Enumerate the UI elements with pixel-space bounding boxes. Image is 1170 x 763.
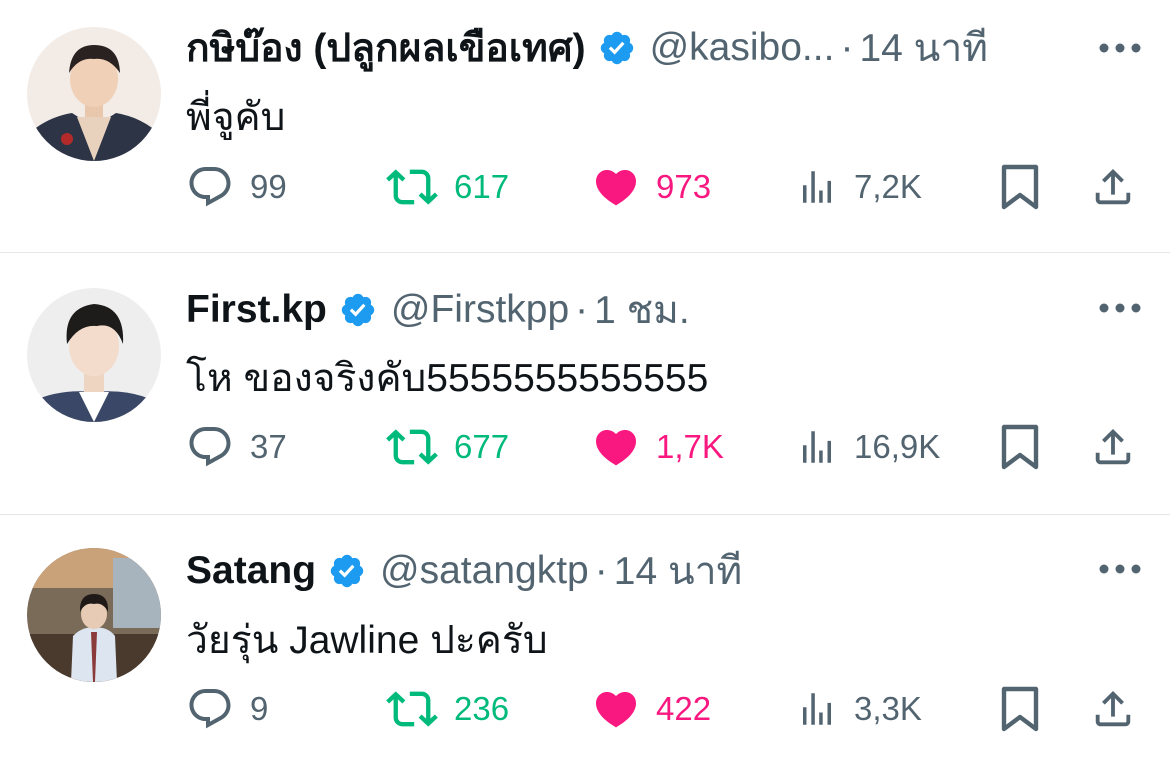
like-count: 973	[656, 168, 712, 205]
heart-icon	[595, 692, 637, 728]
share-icon	[1095, 168, 1131, 205]
verified-badge-icon	[600, 31, 633, 65]
reply-count: 9	[250, 690, 269, 727]
retweet-icon	[386, 169, 438, 205]
tweet[interactable]: Satang @satangktp · 14 นาที วัยรุ่น Jawl…	[0, 515, 1170, 763]
share-icon	[1095, 428, 1131, 465]
author-handle[interactable]: @kasibo...	[650, 26, 835, 70]
retweet-button[interactable]: 677	[386, 421, 509, 473]
tweet-text: โห ของจริงคับ5555555555555	[186, 357, 709, 400]
reply-button[interactable]: 37	[186, 421, 287, 473]
retweet-icon	[386, 691, 438, 727]
reply-button[interactable]: 99	[186, 161, 287, 213]
reply-button[interactable]: 9	[186, 683, 268, 735]
separator-dot: ·	[594, 549, 608, 592]
reply-icon	[189, 167, 231, 207]
like-button[interactable]: 1,7K	[592, 421, 724, 473]
retweet-count: 617	[454, 168, 510, 205]
bookmark-icon	[1001, 164, 1039, 210]
reply-icon	[189, 427, 231, 467]
bookmark-button[interactable]	[998, 683, 1042, 735]
verified-badge-icon	[341, 293, 375, 327]
separator-dot: ·	[840, 26, 854, 69]
author-name[interactable]: กษิบ๊อง (ปลูกผลเขือเทศ)	[186, 22, 586, 74]
share-button[interactable]	[1090, 421, 1136, 473]
tweet[interactable]: First.kp @Firstkpp · 1 ชม. โห ของจริงคับ…	[0, 253, 1170, 505]
retweet-count: 677	[454, 428, 510, 465]
author-handle[interactable]: @Firstkpp	[391, 288, 569, 332]
author-name[interactable]: First.kp	[186, 288, 327, 332]
author-handle[interactable]: @satangktp	[380, 549, 589, 593]
reply-count: 37	[250, 428, 287, 465]
like-button[interactable]: 422	[592, 683, 711, 735]
more-icon[interactable]	[1098, 563, 1142, 575]
bookmark-button[interactable]	[998, 161, 1042, 213]
views-icon	[803, 693, 831, 725]
retweet-count: 236	[454, 690, 510, 727]
tweet[interactable]: กษิบ๊อง (ปลูกผลเขือเทศ) @kasibo... · 14 …	[0, 0, 1170, 252]
share-button[interactable]	[1090, 161, 1136, 213]
view-count: 3,3K	[854, 690, 922, 727]
like-count: 422	[656, 690, 712, 727]
bookmark-icon	[1001, 686, 1039, 732]
timestamp[interactable]: 14 นาที	[614, 545, 742, 597]
reply-count: 99	[250, 168, 287, 205]
views-button[interactable]: 3,3K	[796, 683, 922, 735]
heart-icon	[595, 430, 637, 466]
tweet-text: พี่จูคับ	[186, 96, 286, 139]
share-icon	[1095, 690, 1131, 727]
tweet-text: วัยรุ่น Jawline ปะครับ	[186, 619, 548, 662]
retweet-icon	[386, 429, 438, 465]
avatar[interactable]	[27, 288, 161, 422]
timeline-feed: กษิบ๊อง (ปลูกผลเขือเทศ) @kasibo... · 14 …	[0, 0, 1170, 763]
author-name[interactable]: Satang	[186, 549, 316, 593]
more-icon[interactable]	[1098, 42, 1142, 54]
verified-badge-icon	[330, 554, 364, 588]
share-button[interactable]	[1090, 683, 1136, 735]
timestamp[interactable]: 14 นาที	[859, 22, 987, 74]
like-button[interactable]: 973	[592, 161, 711, 213]
bookmark-button[interactable]	[998, 421, 1042, 473]
like-count: 1,7K	[656, 428, 724, 465]
more-icon[interactable]	[1098, 302, 1142, 314]
timestamp[interactable]: 1 ชม.	[594, 284, 690, 336]
views-button[interactable]: 7,2K	[796, 161, 922, 213]
view-count: 7,2K	[854, 168, 922, 205]
view-count: 16,9K	[854, 428, 941, 465]
separator-dot: ·	[575, 288, 589, 331]
views-icon	[803, 431, 831, 463]
bookmark-icon	[1001, 424, 1039, 470]
views-button[interactable]: 16,9K	[796, 421, 940, 473]
reply-icon	[189, 689, 231, 729]
heart-icon	[595, 170, 637, 206]
retweet-button[interactable]: 617	[386, 161, 509, 213]
retweet-button[interactable]: 236	[386, 683, 509, 735]
avatar[interactable]	[27, 548, 161, 682]
avatar[interactable]	[27, 27, 161, 161]
views-icon	[803, 171, 831, 203]
